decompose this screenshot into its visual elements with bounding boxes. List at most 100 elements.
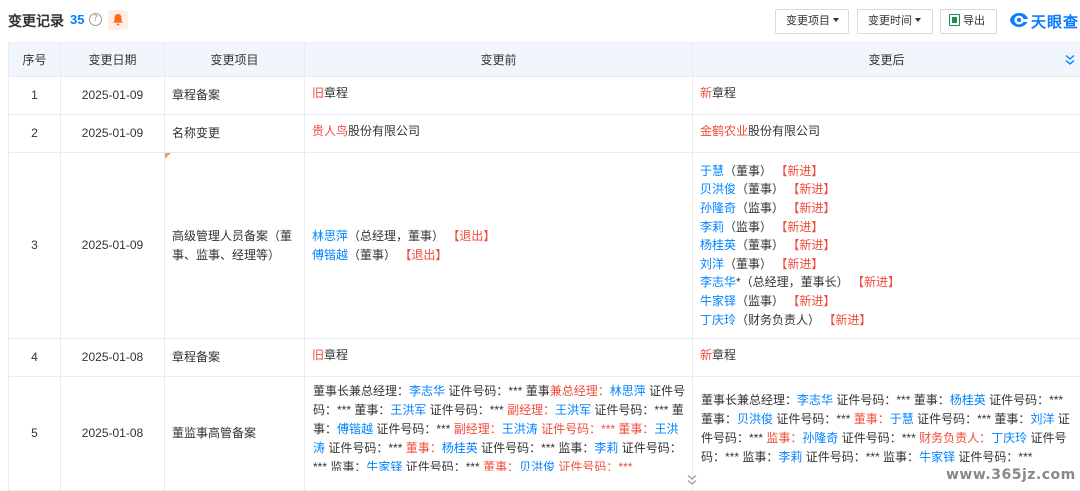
person-entry: 杨桂英（董事） 【新进】 <box>700 236 1080 255</box>
col-header-item: 变更项目 <box>164 42 305 77</box>
changed-text: 董事： <box>405 441 442 455</box>
person-name-link[interactable]: 丁庆玲 <box>991 431 1027 445</box>
caret-down-icon <box>833 18 839 23</box>
change-time-filter-button[interactable]: 变更时间 <box>857 9 933 34</box>
excel-icon <box>949 14 960 27</box>
help-icon[interactable]: ? <box>89 13 102 26</box>
export-button[interactable]: 导出 <box>940 9 997 34</box>
status-tag: 【新进】 <box>775 219 824 234</box>
row-before: 贵人鸟股份有限公司 <box>304 114 693 153</box>
person-entry: 李志华*（总经理，董事长） 【新进】 <box>700 273 1080 292</box>
status-tag: 【新进】 <box>787 238 836 253</box>
detail-text: 证件号码：*** 监事： <box>802 450 920 464</box>
diff-highlight: 旧 <box>312 86 325 100</box>
person-name-link[interactable]: 李莉 <box>594 441 618 455</box>
person-entry: 孙隆奇（监事） 【新进】 <box>700 199 1080 218</box>
person-name-link[interactable]: 刘洋 <box>700 257 724 271</box>
person-name-link[interactable]: 李志华 <box>797 393 833 407</box>
change-marker <box>165 153 171 159</box>
person-name-link[interactable]: 孙隆奇 <box>700 201 736 215</box>
changed-text: 证件号码：*** 董事： <box>537 422 655 436</box>
eye-logo-icon <box>1010 13 1028 27</box>
person-name-link[interactable]: 傅锴越 <box>312 248 348 262</box>
person-name-link[interactable]: 李志华 <box>409 384 445 398</box>
person-name-link[interactable]: 杨桂英 <box>700 238 736 252</box>
person-name-link[interactable]: 李志华 <box>700 275 736 289</box>
status-tag: 【退出】 <box>447 228 496 243</box>
person-name-link[interactable]: 李莉 <box>700 220 724 234</box>
change-item-filter-label: 变更项目 <box>786 15 830 27</box>
row-before: 董事长兼总经理：李志华 证件号码：*** 董事兼总经理：林思萍 证件号码：***… <box>304 376 693 491</box>
row-item: 章程备案 <box>164 338 305 377</box>
person-name-link[interactable]: 贝洪俊 <box>700 182 736 196</box>
person-role: （董事） <box>724 163 773 178</box>
diff-text: 章程 <box>712 348 737 362</box>
changed-text: 兼总经理： <box>549 384 610 398</box>
status-tag: 【新进】 <box>775 256 824 271</box>
monitor-bell-button[interactable] <box>108 10 128 30</box>
person-name-link[interactable]: 贝洪俊 <box>737 412 773 426</box>
person-name-link[interactable]: 丁庆玲 <box>700 313 736 327</box>
row-before: 旧章程 <box>304 338 693 377</box>
row-item: 名称变更 <box>164 114 305 153</box>
watermark: www.365jz.com <box>946 467 1076 483</box>
table-header-row: 序号 变更日期 变更项目 变更前 变更后 <box>8 42 1080 77</box>
detail-text: 证件号码：*** <box>955 450 1033 464</box>
expand-more-icon[interactable] <box>686 474 698 486</box>
person-name-link[interactable]: 王洪涛 <box>502 422 538 436</box>
person-name-link[interactable]: 刘洋 <box>1030 412 1054 426</box>
row-item: 高级管理人员备案（董事、监事、经理等） <box>164 152 305 339</box>
person-name-link[interactable]: 王洪军 <box>390 403 426 417</box>
row-index: 3 <box>8 152 61 339</box>
person-entry: 傅锴越（董事） 【退出】 <box>312 246 692 265</box>
person-role: （总经理，董事） <box>348 228 445 243</box>
person-entry: 牛家铎（监事） 【新进】 <box>700 292 1080 311</box>
change-record-table: 序号 变更日期 变更项目 变更前 变更后 1 2025-01-09 章程备案 旧… <box>8 42 1080 491</box>
col-header-after-label: 变更后 <box>868 53 905 67</box>
person-name-link[interactable]: 贝洪俊 <box>519 460 555 471</box>
logo-text: 天眼查 <box>1031 14 1080 31</box>
person-name-link[interactable]: 林思萍 <box>610 384 646 398</box>
person-name-link[interactable]: 李莉 <box>778 450 802 464</box>
changed-text: 董事： <box>483 460 520 471</box>
detail-text: 证件号码：*** 董事 <box>445 384 550 398</box>
row-item: 章程备案 <box>164 76 305 115</box>
person-name-link[interactable]: 林思萍 <box>312 229 348 243</box>
person-entry: 贝洪俊（董事） 【新进】 <box>700 180 1080 199</box>
diff-highlight: 新 <box>700 86 713 100</box>
col-header-before: 变更前 <box>304 42 693 77</box>
before-detail-text: 董事长兼总经理：李志华 证件号码：*** 董事兼总经理：林思萍 证件号码：***… <box>305 377 692 471</box>
change-time-filter-label: 变更时间 <box>868 15 912 27</box>
person-role: （监事） <box>736 201 785 216</box>
person-name-link[interactable]: 傅锴越 <box>337 422 373 436</box>
double-chevron-down-icon[interactable] <box>1065 54 1075 66</box>
detail-text: 董事长兼总经理： <box>701 393 798 407</box>
person-name-link[interactable]: 孙隆奇 <box>802 431 838 445</box>
row-item: 董监事高管备案 <box>164 376 305 491</box>
person-name-link[interactable]: 杨桂英 <box>442 441 478 455</box>
person-name-link[interactable]: 王洪军 <box>555 403 591 417</box>
person-role: （董事） <box>736 182 785 197</box>
person-entry: 林思萍（总经理，董事） 【退出】 <box>312 227 692 246</box>
person-name-link[interactable]: 牛家铎 <box>919 450 955 464</box>
row-index: 2 <box>8 114 61 153</box>
person-name-link[interactable]: 于慧 <box>700 164 724 178</box>
person-entry: 丁庆玲（财务负责人） 【新进】 <box>700 311 1080 330</box>
row-before: 林思萍（总经理，董事） 【退出】 傅锴越（董事） 【退出】 <box>304 152 693 339</box>
truncate-fade <box>305 468 692 490</box>
status-tag: 【新进】 <box>787 182 836 197</box>
person-role: （监事） <box>724 219 773 234</box>
person-name-link[interactable]: 牛家铎 <box>700 294 736 308</box>
person-name-link[interactable]: 于慧 <box>890 412 914 426</box>
change-item-filter-button[interactable]: 变更项目 <box>775 9 849 34</box>
bell-icon <box>113 14 123 26</box>
col-header-after: 变更后 <box>692 42 1080 77</box>
diff-text: 股份有限公司 <box>348 124 421 138</box>
diff-highlight: 贵人鸟 <box>312 124 349 138</box>
person-name-link[interactable]: 牛家铎 <box>366 460 402 471</box>
row-date: 2025-01-08 <box>60 338 165 377</box>
person-role: （财务负责人） <box>736 312 821 327</box>
diff-highlight: 新 <box>700 348 713 362</box>
person-name-link[interactable]: 杨桂英 <box>950 393 986 407</box>
export-label: 导出 <box>963 15 985 27</box>
